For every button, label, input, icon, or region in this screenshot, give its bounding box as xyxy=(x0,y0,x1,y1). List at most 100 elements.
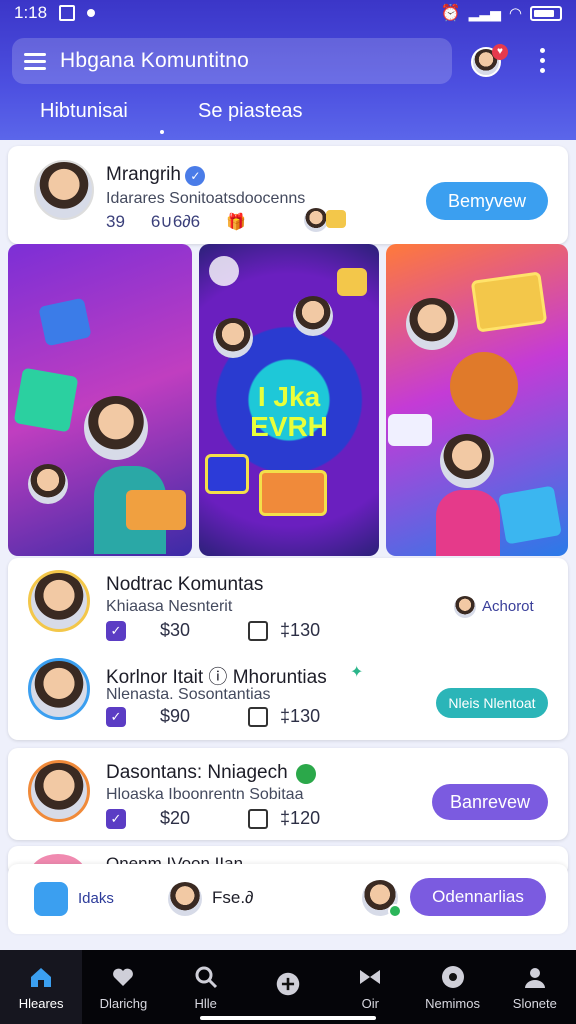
like-icon[interactable] xyxy=(248,706,269,727)
community-subtitle: Hloaska Iboonrentn Sobitaa xyxy=(106,786,304,803)
plus-icon xyxy=(275,971,301,997)
user-avatar xyxy=(168,882,202,916)
list-item[interactable]: Nodtrac Komuntas Khiaasa Nesnterit ✓ $30… xyxy=(8,558,568,646)
community-card[interactable]: Dasontans: Nniagech Hloaska Iboonrentn S… xyxy=(8,748,568,840)
status-bar: 1:18 ⏰ ▂▃▅ ◠ xyxy=(0,0,576,26)
screenshot-icon xyxy=(59,5,76,21)
mini-avatar xyxy=(454,596,476,618)
chat-icon[interactable] xyxy=(34,882,68,916)
tab-indicator xyxy=(160,130,164,134)
bow-icon xyxy=(357,964,383,990)
community-stats: ✓ $20 ‡120 xyxy=(106,808,320,829)
person-image xyxy=(440,434,494,488)
community-price: $90 xyxy=(160,706,191,726)
community-avatar xyxy=(28,760,90,822)
chat-label[interactable]: Idaks xyxy=(78,890,114,907)
community-subtitle: Khiaasa Nesnterit xyxy=(106,598,233,615)
emoji-icon xyxy=(296,763,317,784)
community-likes: ‡130 xyxy=(280,706,321,726)
community-avatar xyxy=(28,658,90,720)
view-button[interactable]: Banrevew xyxy=(432,784,548,820)
search-icon xyxy=(193,964,219,990)
primary-action-button[interactable]: Odennarlias xyxy=(410,878,546,916)
online-status-icon xyxy=(388,904,402,918)
profile-avatar-button[interactable]: ♥ xyxy=(462,42,510,82)
tab-se-piasteas[interactable]: Se piasteas xyxy=(198,100,303,123)
list-item[interactable]: Korlnor Itait ⓘ Mhoruntias ✦ Nlenasta. S… xyxy=(8,648,568,736)
community-likes: ‡120 xyxy=(280,808,321,828)
banner-image-3[interactable] xyxy=(386,244,568,556)
banner-text-line2: EVRH xyxy=(250,411,328,442)
check-icon: ✓ xyxy=(106,620,126,641)
nav-item-likes[interactable]: Dlarichg xyxy=(82,950,164,1024)
community-likes: ‡130 xyxy=(280,620,321,640)
user-stat-text: 6∪6∂6 xyxy=(150,212,201,231)
nav-label: Hlle xyxy=(194,995,217,1011)
search-bar[interactable]: Hbgana Komuntitno xyxy=(12,38,452,84)
search-title: Hbgana Komuntitno xyxy=(60,49,250,72)
person-icon xyxy=(522,964,548,990)
community-price: $20 xyxy=(160,808,191,828)
nav-item-games[interactable]: Nemimos xyxy=(411,950,493,1024)
action-link[interactable]: Achorot xyxy=(482,598,534,615)
music-card-icon xyxy=(13,367,79,433)
more-options-icon[interactable] xyxy=(540,48,545,73)
person-image xyxy=(293,296,333,336)
community-avatar xyxy=(28,570,90,632)
quick-action-bar: Idaks Fse.∂ Odennarlias xyxy=(8,864,568,934)
nav-label: Dlarichg xyxy=(99,995,148,1011)
home-indicator xyxy=(200,1016,376,1020)
notification-dot-icon xyxy=(87,9,96,17)
user-name: Mrangrih xyxy=(106,164,181,185)
featured-user-card[interactable]: Mrangrih ✓ Idarares Sonitoatsdoocenns 39… xyxy=(8,146,568,244)
verified-icon: ✓ xyxy=(185,165,206,186)
user-name-row: Mrangrih ✓ xyxy=(106,164,206,186)
nav-item-profile[interactable]: Slonete xyxy=(494,950,576,1024)
community-name: Korlnor Itait ⓘ Mhoruntias xyxy=(106,667,327,688)
tablet-icon xyxy=(498,485,562,545)
card-icon xyxy=(205,454,249,494)
sun-mascot-icon xyxy=(450,352,518,420)
community-name: Dasontans: Nniagech xyxy=(106,762,288,783)
nav-item-gifts[interactable]: Oir xyxy=(329,950,411,1024)
photo-frame-icon xyxy=(470,271,548,333)
nav-item-search[interactable]: Hlle xyxy=(165,950,247,1024)
battery-icon xyxy=(530,5,562,21)
community-stats: ✓ $90 ‡130 xyxy=(106,706,320,727)
join-button[interactable]: Nleis Nlentoat xyxy=(436,688,548,718)
menu-icon[interactable] xyxy=(24,52,46,70)
signal-icon: ▂▃▅ xyxy=(468,4,501,21)
person-body xyxy=(436,490,500,556)
gift-box-icon xyxy=(38,297,92,347)
user-stat-count: 39 xyxy=(106,212,125,231)
child-image xyxy=(28,464,68,504)
status-time: 1:18 xyxy=(14,3,48,22)
wifi-icon: ◠ xyxy=(508,5,522,22)
community-name: Nodtrac Komuntas xyxy=(106,574,264,595)
person-image xyxy=(84,396,148,460)
user-subtitle: Idarares Sonitoatsdoocenns xyxy=(106,190,306,207)
view-profile-button[interactable]: Bemyvew xyxy=(426,182,548,220)
community-list-card: Nodtrac Komuntas Khiaasa Nesnterit ✓ $30… xyxy=(8,558,568,740)
mention-label[interactable]: Fse.∂ xyxy=(212,888,253,908)
like-icon[interactable] xyxy=(248,620,269,641)
nav-item-create[interactable] xyxy=(247,950,329,1024)
gift-icon: 🎁 xyxy=(226,214,247,231)
community-name-row: Dasontans: Nniagech xyxy=(106,762,317,784)
nav-label: Slonete xyxy=(512,995,557,1011)
nav-label: Oir xyxy=(361,995,379,1011)
like-icon[interactable] xyxy=(248,808,269,829)
tab-hibtunisai[interactable]: Hibtunisai xyxy=(40,100,128,123)
banner-image-1[interactable] xyxy=(8,244,192,556)
user-avatar xyxy=(34,160,94,220)
user-stats: 39 6∪6∂6 🎁 xyxy=(106,212,246,232)
disco-ball-icon xyxy=(209,256,239,286)
gift-box-icon xyxy=(126,490,186,530)
check-icon: ✓ xyxy=(106,706,126,727)
person-image xyxy=(213,318,253,358)
sparkle-icon: ✦ xyxy=(350,664,364,681)
banner-gallery[interactable]: I Jka EVRH xyxy=(8,244,568,556)
banner-text-line1: I Jka xyxy=(257,381,321,412)
banner-image-2[interactable]: I Jka EVRH xyxy=(199,244,379,556)
nav-item-home[interactable]: Hleares xyxy=(0,950,83,1024)
